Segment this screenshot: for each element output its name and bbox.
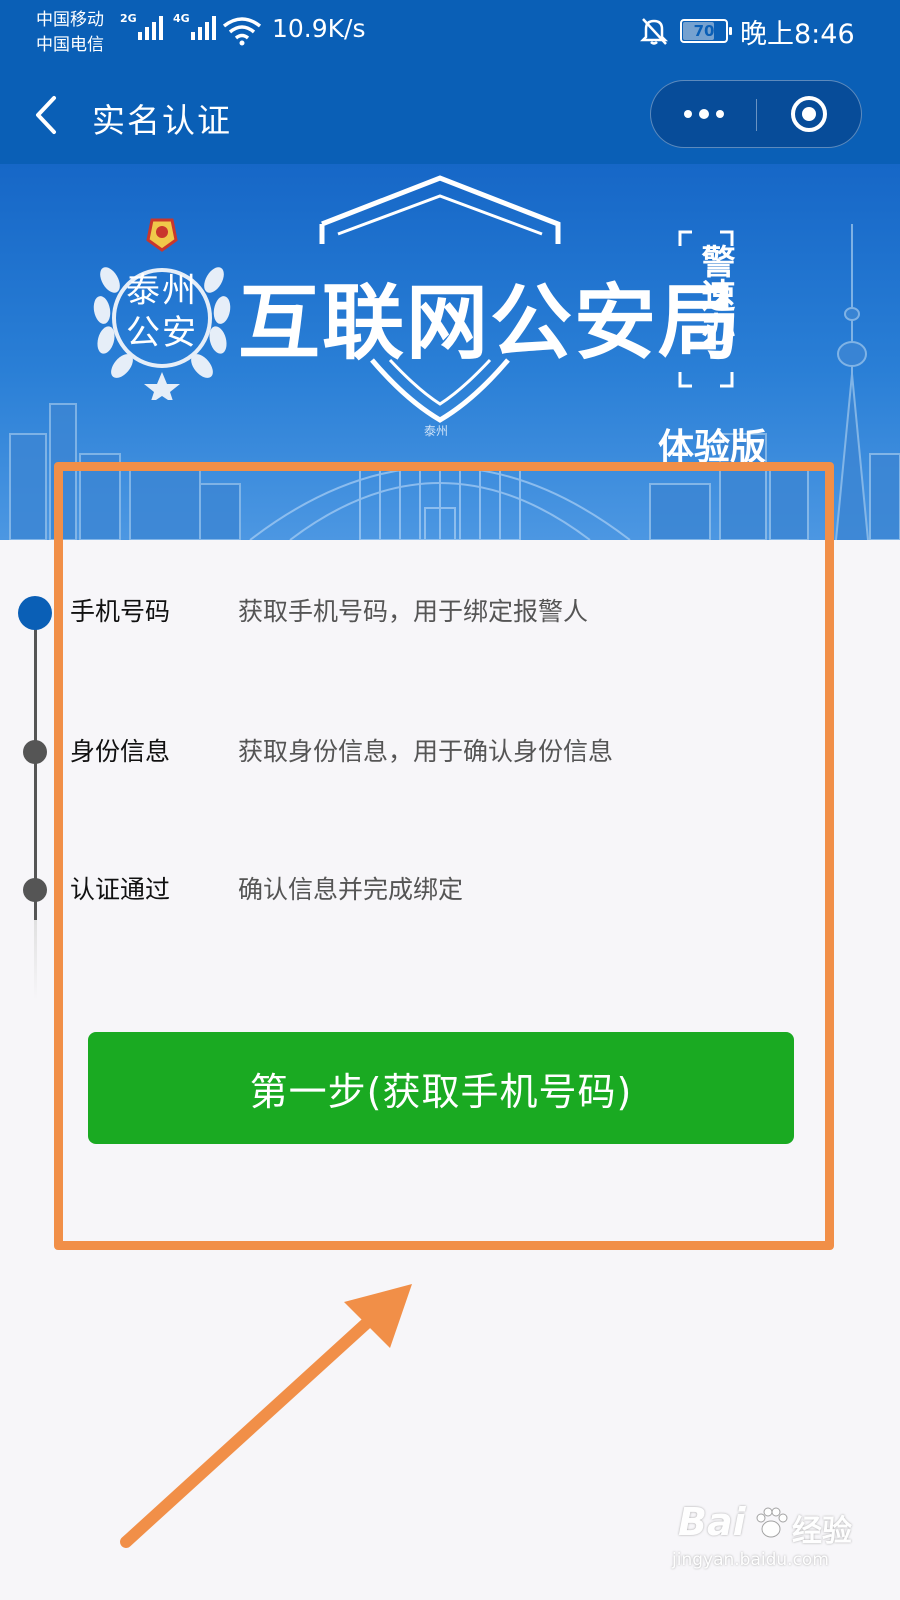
get-phone-number-button[interactable]: 第一步(获取手机号码) bbox=[88, 1032, 794, 1144]
carrier-1: 中国移动 bbox=[36, 10, 104, 30]
step-dot bbox=[23, 878, 47, 902]
edition-label: 体验版 bbox=[658, 427, 767, 468]
wifi-icon bbox=[222, 17, 262, 46]
more-button[interactable] bbox=[651, 81, 756, 147]
chevron-left-icon[interactable] bbox=[28, 92, 68, 138]
close-button[interactable] bbox=[757, 81, 861, 147]
step-description: 获取手机号码，用于绑定报警人 bbox=[238, 597, 589, 626]
bell-off-icon bbox=[640, 18, 668, 45]
step-dot-active bbox=[18, 596, 52, 630]
watermark-brand: Bai bbox=[678, 1500, 746, 1544]
quick-service-badge: 警速办 bbox=[678, 230, 735, 388]
banner: 泰州公安 互联网公安局 警速办 体验版 泰州 bbox=[0, 164, 900, 540]
status-bar: 中国移动 中国电信 2G 4G 10.9K/s 70 晚上8:46 bbox=[0, 0, 900, 70]
step-description: 确认信息并完成绑定 bbox=[238, 875, 464, 904]
signal-indicators: 2G 4G bbox=[120, 12, 216, 40]
network-type-2g: 2G bbox=[120, 12, 137, 25]
page-title: 实名认证 bbox=[92, 101, 232, 140]
verification-steps: 手机号码 获取手机号码，用于绑定报警人 身份信息 获取身份信息，用于确认身份信息… bbox=[0, 540, 900, 1000]
target-circle-icon bbox=[791, 96, 827, 132]
battery-icon: 70 bbox=[680, 19, 732, 43]
step-name: 身份信息 bbox=[70, 737, 171, 766]
step-name: 手机号码 bbox=[70, 597, 171, 626]
nav-bar: 实名认证 bbox=[0, 70, 900, 164]
quick-service-label: 警速办 bbox=[695, 244, 735, 346]
signal-2g-icon: 2G bbox=[120, 12, 163, 40]
mini-program-capsule bbox=[650, 80, 862, 148]
watermark-cn: 经验 bbox=[792, 1514, 852, 1549]
more-dots-icon bbox=[683, 110, 692, 118]
step-identity: 身份信息 获取身份信息，用于确认身份信息 bbox=[0, 732, 900, 772]
emblem-text: 泰州公安 bbox=[126, 271, 198, 353]
step-name: 认证通过 bbox=[70, 875, 171, 904]
step-verified: 认证通过 确认信息并完成绑定 bbox=[0, 870, 900, 910]
paw-icon bbox=[756, 1507, 788, 1538]
timeline-line-tail bbox=[34, 920, 37, 1000]
banner-title: 互联网公安局 bbox=[238, 276, 743, 371]
baidu-jingyan-watermark: Bai 经验 jingyan.baidu.com bbox=[672, 1500, 872, 1580]
building-sign: 泰州 bbox=[424, 424, 449, 438]
clock: 晚上8:46 bbox=[740, 19, 855, 50]
watermark-domain: jingyan.baidu.com bbox=[672, 1550, 829, 1570]
network-speed: 10.9K/s bbox=[272, 14, 366, 43]
network-type-4g: 4G bbox=[173, 12, 190, 25]
battery-level: 70 bbox=[693, 22, 715, 40]
carrier-2: 中国电信 bbox=[36, 35, 104, 55]
carrier-labels: 中国移动 中国电信 bbox=[36, 8, 104, 58]
step-dot bbox=[23, 740, 47, 764]
step-phone: 手机号码 获取手机号码，用于绑定报警人 bbox=[0, 592, 900, 632]
step-description: 获取身份信息，用于确认身份信息 bbox=[238, 737, 614, 766]
signal-4g-icon: 4G bbox=[173, 12, 216, 40]
